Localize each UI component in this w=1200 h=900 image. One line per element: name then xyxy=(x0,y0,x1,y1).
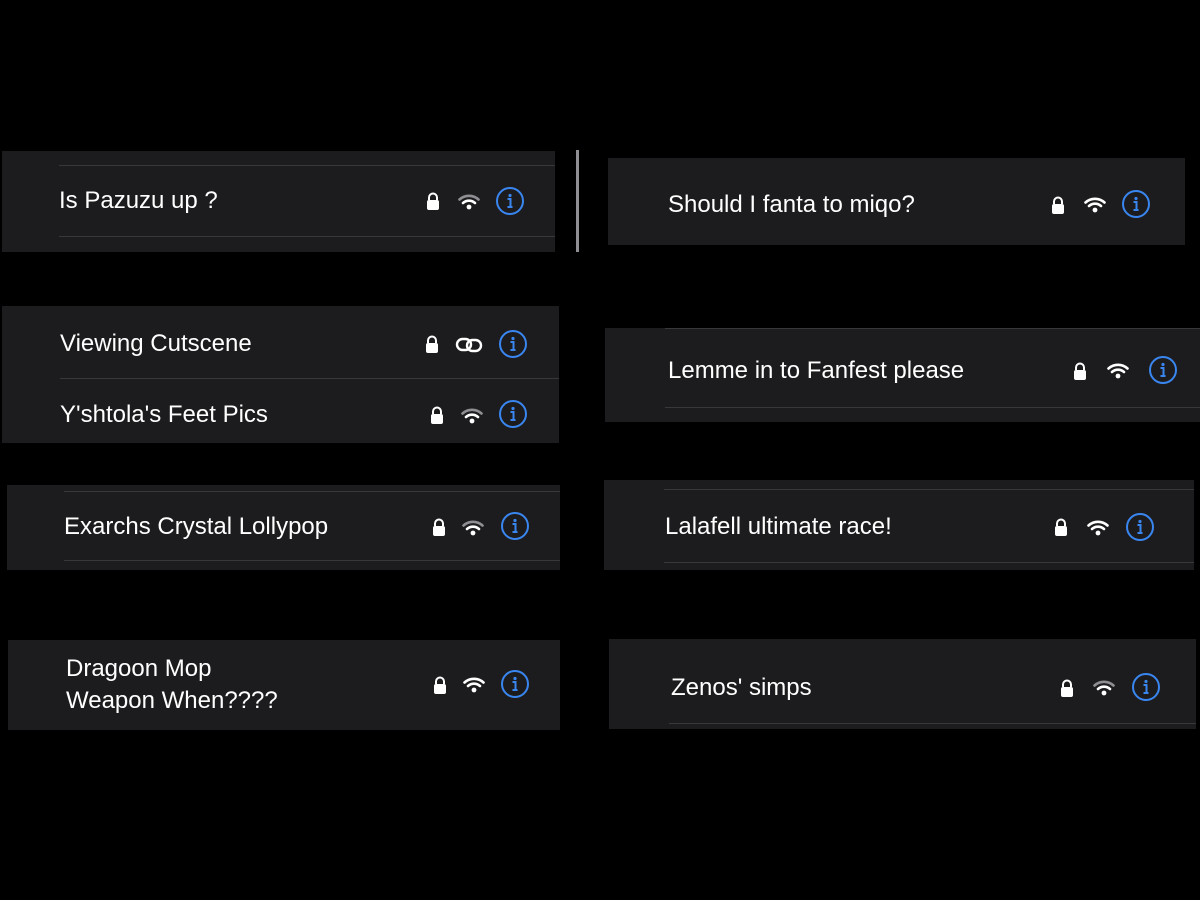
info-button[interactable] xyxy=(1122,190,1150,218)
wifi-icon xyxy=(463,677,485,693)
info-icon xyxy=(512,518,518,533)
lock-icon xyxy=(1074,362,1086,380)
network-name: Is Pazuzu up ? xyxy=(59,187,218,214)
info-icon xyxy=(1160,362,1166,377)
info-button[interactable] xyxy=(501,670,529,698)
network-panel: Exarchs Crystal Lollypop xyxy=(7,485,560,570)
wifi-icon xyxy=(1107,363,1129,379)
network-name: Lemme in to Fanfest please xyxy=(668,357,965,384)
info-button[interactable] xyxy=(1132,673,1160,701)
link-icon xyxy=(455,337,483,353)
info-icon xyxy=(512,676,518,691)
wifi-icon xyxy=(1093,680,1115,696)
wifi-icon xyxy=(461,408,483,424)
network-row-zenos[interactable]: Zenos' simps xyxy=(609,639,1196,723)
info-icon xyxy=(1133,196,1139,211)
network-panel: Lemme in to Fanfest please xyxy=(605,328,1200,422)
network-row-dragoon[interactable]: Dragoon Mop Weapon When???? xyxy=(8,640,560,730)
network-panel: Should I fanta to miqo? xyxy=(608,158,1185,245)
network-panel: Zenos' simps xyxy=(609,639,1196,729)
wifi-icon xyxy=(1087,520,1109,536)
network-row-lollypop[interactable]: Exarchs Crystal Lollypop xyxy=(7,492,560,560)
info-button[interactable] xyxy=(499,330,527,358)
network-name: Zenos' simps xyxy=(671,674,812,701)
info-button[interactable] xyxy=(1149,356,1177,384)
separator xyxy=(64,560,560,561)
divider xyxy=(576,150,579,252)
info-button[interactable] xyxy=(496,187,524,215)
lock-icon xyxy=(431,406,443,424)
network-row-fanta[interactable]: Should I fanta to miqo? xyxy=(608,158,1185,245)
wifi-icon xyxy=(458,194,480,210)
network-name: Dragoon Mop Weapon When???? xyxy=(66,655,278,714)
separator xyxy=(669,723,1196,724)
network-row-feet[interactable]: Y'shtola's Feet Pics xyxy=(2,379,559,443)
info-icon xyxy=(1137,519,1143,534)
network-panel: Lalafell ultimate race! xyxy=(604,480,1194,570)
lock-icon xyxy=(1061,679,1073,697)
network-name: Lalafell ultimate race! xyxy=(665,513,892,540)
network-name: Should I fanta to miqo? xyxy=(668,191,915,218)
lock-icon xyxy=(1055,518,1067,536)
network-name: Viewing Cutscene xyxy=(60,330,252,357)
network-name: Exarchs Crystal Lollypop xyxy=(64,513,329,540)
network-row-fanfest[interactable]: Lemme in to Fanfest please xyxy=(605,329,1200,407)
lock-icon xyxy=(433,518,445,536)
lock-icon xyxy=(426,335,438,353)
network-row-lalafell[interactable]: Lalafell ultimate race! xyxy=(604,490,1194,562)
info-icon xyxy=(507,193,513,208)
info-button[interactable] xyxy=(1126,513,1154,541)
separator xyxy=(59,236,555,237)
network-panel: Viewing Cutscene Y'shtola's Feet Pics xyxy=(2,306,559,443)
lock-icon xyxy=(1052,196,1064,214)
network-panel: Dragoon Mop Weapon When???? xyxy=(8,640,560,730)
network-panel: Is Pazuzu up ? xyxy=(2,151,555,252)
info-icon xyxy=(510,406,516,421)
info-icon xyxy=(1143,679,1149,694)
network-row-pazuzu[interactable]: Is Pazuzu up ? xyxy=(2,165,555,236)
network-name: Y'shtola's Feet Pics xyxy=(60,401,268,428)
lock-icon xyxy=(427,192,439,210)
separator xyxy=(665,407,1200,408)
lock-icon xyxy=(434,676,446,694)
network-row-cutscene[interactable]: Viewing Cutscene xyxy=(2,306,559,378)
info-button[interactable] xyxy=(501,512,529,540)
wifi-icon xyxy=(1084,197,1106,213)
info-icon xyxy=(510,336,516,351)
info-button[interactable] xyxy=(499,400,527,428)
wifi-icon xyxy=(462,520,484,536)
separator xyxy=(664,562,1194,563)
